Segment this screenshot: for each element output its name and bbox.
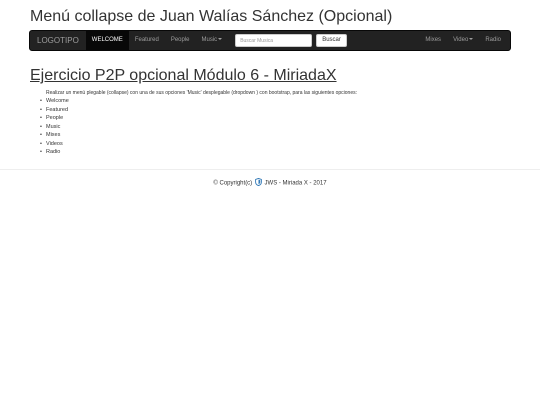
search-input[interactable] — [235, 34, 313, 47]
navbar-brand[interactable]: LOGOTIPO — [30, 31, 86, 50]
navbar-right: Mixes Video Radio — [419, 31, 510, 50]
nav-item-music-dropdown[interactable]: Music — [196, 31, 229, 50]
main-heading: Ejercicio P2P opcional Módulo 6 - Miriad… — [30, 67, 337, 84]
list-item: Welcome — [40, 97, 69, 106]
search-button[interactable]: Buscar — [316, 34, 347, 47]
list-item: People — [40, 114, 69, 123]
nav-item-video-dropdown[interactable]: Video — [447, 31, 479, 50]
footer-copyright: © Copyright(c) — [213, 180, 253, 187]
nav-item-people[interactable]: People — [165, 31, 196, 50]
list-item: Videos — [40, 140, 69, 149]
list-item: Featured — [40, 106, 69, 115]
list-item: Music — [40, 123, 69, 132]
list-item: Radio — [40, 148, 69, 157]
caret-down-icon — [218, 38, 223, 41]
footer-divider — [0, 169, 540, 170]
intro-text: Realizar un menú plegable (collapse) con… — [46, 90, 357, 96]
caret-down-icon — [469, 38, 474, 41]
nav-item-mixes[interactable]: Mixes — [419, 31, 447, 50]
nav-item-welcome[interactable]: WELCOME — [85, 31, 129, 50]
options-list: Welcome Featured People Music Mixes Vide… — [40, 97, 69, 157]
footer: © Copyright(c) JWS - Miriada X - 2017 — [0, 177, 540, 188]
nav-item-radio[interactable]: Radio — [479, 31, 507, 50]
page-title: Menú collapse de Juan Walías Sánchez (Op… — [30, 8, 393, 25]
list-item: Mixes — [40, 131, 69, 140]
shield-icon — [255, 177, 262, 188]
navbar: LOGOTIPO WELCOME Featured People Music B… — [29, 30, 511, 51]
nav-item-featured[interactable]: Featured — [129, 31, 165, 50]
nav-item-music-label: Music — [201, 37, 218, 43]
nav-item-video-label: Video — [453, 37, 469, 43]
footer-text: JWS - Miriada X - 2017 — [264, 180, 327, 187]
